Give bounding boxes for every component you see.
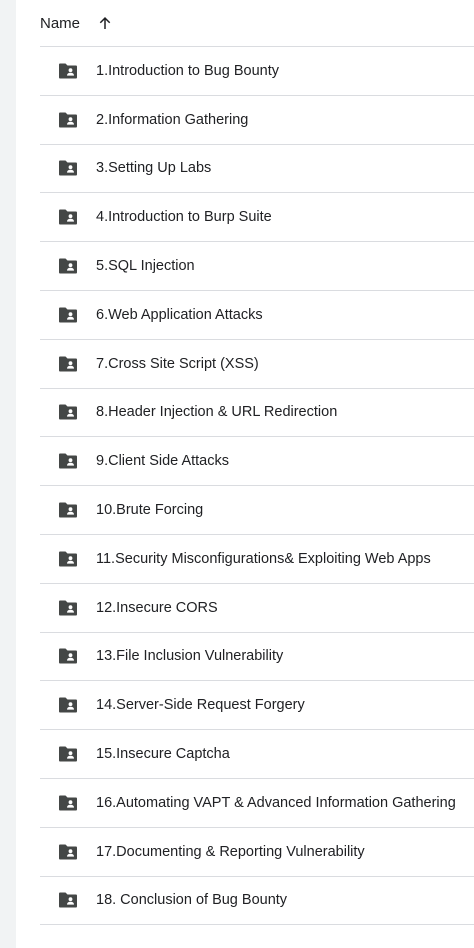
- shared-folder-icon: [58, 356, 78, 372]
- folder-name: 3.Setting Up Labs: [96, 160, 212, 177]
- folder-name: 9.Client Side Attacks: [96, 453, 229, 470]
- shared-folder-icon: [58, 404, 78, 420]
- folder-name: 13.File Inclusion Vulnerability: [96, 648, 284, 665]
- folder-row-11[interactable]: 11.Security Misconfigurations& Exploitin…: [40, 533, 474, 583]
- folder-name: 5.SQL Injection: [96, 258, 195, 275]
- folder-name: 17.Documenting & Reporting Vulnerability: [96, 843, 365, 860]
- folder-name: 4.Introduction to Burp Suite: [96, 209, 272, 226]
- name-column-header[interactable]: Name: [40, 15, 80, 32]
- folder-row-1[interactable]: 1.Introduction to Bug Bounty: [40, 46, 474, 95]
- folder-name: 7.Cross Site Script (XSS): [96, 355, 259, 372]
- folder-name: 1.Introduction to Bug Bounty: [96, 62, 279, 79]
- shared-folder-icon: [58, 795, 78, 811]
- shared-folder-icon: [58, 746, 78, 762]
- folder-row-15[interactable]: 15.Insecure Captcha: [40, 729, 474, 778]
- folder-name: 14.Server-Side Request Forgery: [96, 697, 305, 714]
- folder-row-12[interactable]: 12.Insecure CORS: [40, 582, 474, 632]
- folder-row-6[interactable]: 6.Web Application Attacks: [40, 289, 474, 339]
- shared-folder-icon: [58, 844, 78, 860]
- shared-folder-icon: [58, 160, 78, 176]
- folder-row-18[interactable]: 18. Conclusion of Bug Bounty: [40, 875, 474, 925]
- shared-folder-icon: [58, 648, 78, 664]
- folder-name: 18. Conclusion of Bug Bounty: [96, 892, 288, 909]
- folder-row-16[interactable]: 16.Automating VAPT & Advanced Informatio…: [40, 777, 474, 827]
- folder-name: 2.Information Gathering: [96, 111, 249, 128]
- folder-name: 15.Insecure Captcha: [96, 746, 230, 763]
- folder-row-7[interactable]: 7.Cross Site Script (XSS): [40, 338, 474, 388]
- folder-row-3[interactable]: 3.Setting Up Labs: [40, 143, 474, 193]
- folder-row-8[interactable]: 8.Header Injection & URL Redirection: [40, 387, 474, 437]
- shared-folder-icon: [58, 453, 78, 469]
- shared-folder-icon: [58, 307, 78, 323]
- shared-folder-icon: [58, 258, 78, 274]
- shared-folder-icon: [58, 600, 78, 616]
- folder-row-5[interactable]: 5.SQL Injection: [40, 241, 474, 290]
- folder-row-14[interactable]: 14.Server-Side Request Forgery: [40, 680, 474, 729]
- folder-name: 12.Insecure CORS: [96, 599, 218, 616]
- shared-folder-icon: [58, 63, 78, 79]
- folder-name: 11.Security Misconfigurations& Exploitin…: [96, 550, 431, 567]
- folder-name: 8.Header Injection & URL Redirection: [96, 404, 338, 421]
- file-list: 1.Introduction to Bug Bounty 2.Informati…: [40, 46, 474, 926]
- shared-folder-icon: [58, 209, 78, 225]
- folder-name: 16.Automating VAPT & Advanced Informatio…: [96, 794, 456, 811]
- folder-row-9[interactable]: 9.Client Side Attacks: [40, 436, 474, 485]
- column-header: Name: [40, 0, 474, 46]
- folder-row-4[interactable]: 4.Introduction to Burp Suite: [40, 192, 474, 241]
- folder-row-17[interactable]: 17.Documenting & Reporting Vulnerability: [40, 826, 474, 876]
- folder-row-2[interactable]: 2.Information Gathering: [40, 94, 474, 144]
- shared-folder-icon: [58, 502, 78, 518]
- shared-folder-icon: [58, 697, 78, 713]
- folder-row-10[interactable]: 10.Brute Forcing: [40, 485, 474, 534]
- folder-name: 10.Brute Forcing: [96, 502, 204, 519]
- folder-row-13[interactable]: 13.File Inclusion Vulnerability: [40, 631, 474, 681]
- shared-folder-icon: [58, 551, 78, 567]
- file-list-panel: Name 1.Introduction to Bug Bounty 2.Info…: [16, 0, 474, 948]
- list-bottom-divider: [40, 924, 474, 926]
- folder-name: 6.Web Application Attacks: [96, 306, 263, 323]
- shared-folder-icon: [58, 892, 78, 908]
- arrow-up-icon[interactable]: [96, 14, 114, 32]
- shared-folder-icon: [58, 112, 78, 128]
